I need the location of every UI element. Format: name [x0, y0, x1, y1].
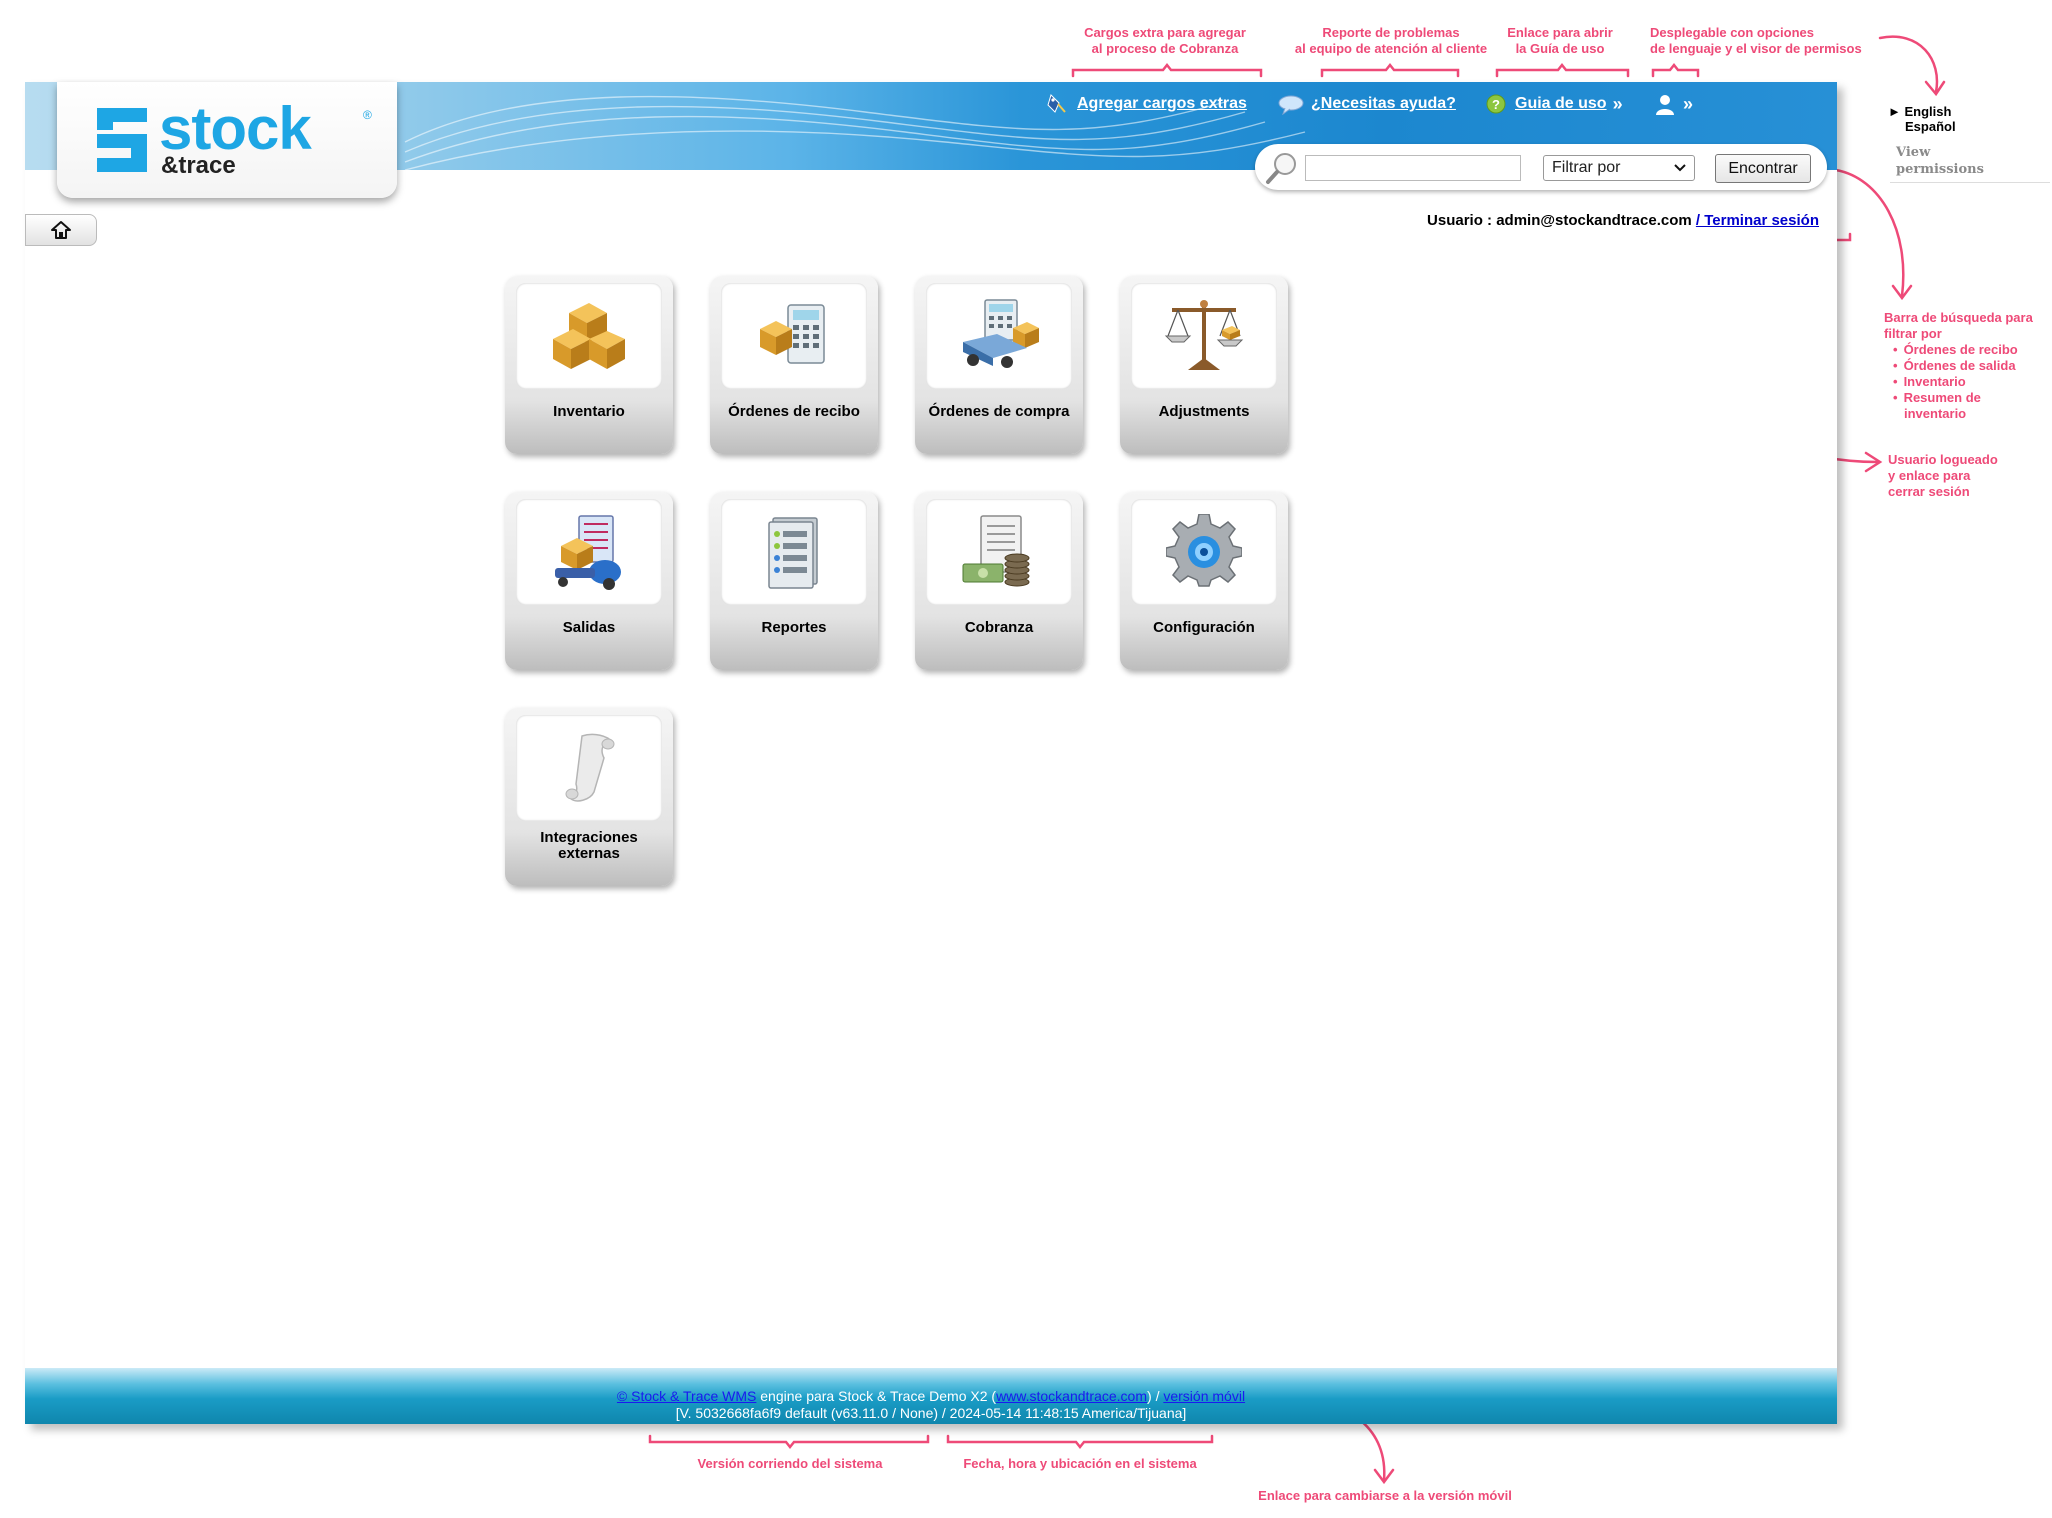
module-tile-cobranza[interactable]: Cobranza [915, 492, 1083, 670]
module-icon-frame [721, 499, 867, 605]
footer-credits: © Stock & Trace WMS engine para Stock & … [25, 1388, 1837, 1404]
user-icon [1656, 95, 1674, 115]
module-tile-ordenes-compra[interactable]: Órdenes de compra [915, 276, 1083, 454]
module-tile-adjustments[interactable]: Adjustments [1120, 276, 1288, 454]
home-icon [51, 221, 71, 239]
module-label: Órdenes de recibo [728, 403, 860, 420]
add-charges-link[interactable]: Agregar cargos extras [1077, 95, 1247, 113]
search-input[interactable] [1305, 155, 1521, 181]
module-tile-integraciones[interactable]: Integraciones externas [505, 708, 673, 886]
annotation-busqueda-item: Inventario [1904, 374, 2052, 390]
footer-separator: ) / [1147, 1388, 1164, 1404]
website-link[interactable]: www.stockandtrace.com [996, 1388, 1147, 1404]
chevron-down-icon [1674, 164, 1686, 172]
module-label: Integraciones externas [540, 829, 638, 862]
annotation-busqueda-item: Órdenes de recibo [1904, 342, 2052, 358]
module-label: Reportes [761, 619, 827, 636]
logout-link[interactable]: / Terminar sesión [1696, 212, 1819, 229]
help-link[interactable]: ¿Necesitas ayuda? [1311, 95, 1456, 113]
annotation-busqueda-list: Órdenes de recibo Órdenes de salida Inve… [1884, 342, 2052, 422]
module-tile-salidas[interactable]: Salidas [505, 492, 673, 670]
module-icon-frame [721, 283, 867, 389]
logo-subtitle: &trace [161, 152, 236, 179]
search-button[interactable]: Encontrar [1715, 154, 1811, 183]
module-label: Órdenes de compra [928, 403, 1070, 420]
module-label: Inventario [553, 403, 625, 420]
module-icon-frame [1131, 499, 1277, 605]
footer-engine-text: engine para Stock & Trace Demo X2 ( [756, 1388, 997, 1404]
module-icon-frame [516, 715, 662, 821]
logo[interactable]: stock ® &trace [57, 82, 397, 198]
annotation-busqueda-item: Órdenes de salida [1904, 358, 2052, 374]
language-english-row[interactable]: ► English [1888, 104, 1951, 119]
selected-arrow-icon: ► [1888, 104, 1901, 119]
annotation-busqueda: Barra de búsqueda para filtrar por Órden… [1884, 310, 2052, 422]
module-label: Configuración [1153, 619, 1255, 636]
footer-version-info: [V. 5032668fa6f9 default (v63.11.0 / Non… [675, 1405, 1187, 1421]
svg-text:?: ? [1492, 97, 1500, 112]
language-english[interactable]: English [1905, 104, 1952, 119]
user-guide-link[interactable]: Guia de uso [1515, 95, 1607, 113]
receipt-order-icon [760, 304, 825, 364]
module-tile-configuracion[interactable]: Configuración [1120, 492, 1288, 670]
copyright-link[interactable]: © Stock & Trace WMS [617, 1388, 756, 1404]
billing-money-icon [962, 515, 1030, 587]
annotation-busqueda-title: Barra de búsqueda para filtrar por [1884, 310, 2033, 341]
gear-icon [1166, 514, 1242, 587]
module-icon-frame [926, 499, 1072, 605]
module-label: Cobranza [964, 619, 1034, 636]
boxes-icon [553, 303, 625, 369]
menu-divider [1890, 182, 2050, 183]
help-question-icon: ? [1486, 94, 1506, 114]
user-info: Usuario : admin@stockandtrace.com / Term… [1427, 212, 1819, 229]
module-tile-reportes[interactable]: Reportes [710, 492, 878, 670]
purchase-order-truck-icon [963, 299, 1039, 368]
mobile-version-link[interactable]: versión móvil [1163, 1388, 1245, 1404]
scroll-icon [565, 733, 615, 802]
user-menu-toggle[interactable]: » [1653, 92, 1693, 116]
module-tile-inventario[interactable]: Inventario [505, 276, 673, 454]
annotation-movil: Enlace para cambiarse a la versión móvil [1258, 1488, 1512, 1503]
language-espanol[interactable]: Español [1905, 119, 1956, 134]
footer: © Stock & Trace WMS engine para Stock & … [25, 1368, 1837, 1424]
search-bar: Filtrar por Encontrar [1255, 144, 1827, 190]
app-window: Agregar cargos extras ¿Necesitas ayuda? … [25, 82, 1837, 1424]
help-link-group[interactable]: ¿Necesitas ayuda? [1277, 92, 1456, 116]
view-permissions-link[interactable]: View permissions [1896, 144, 1984, 178]
logo-registered: ® [363, 108, 372, 122]
filter-select-label: Filtrar por [1552, 159, 1621, 176]
tag-pen-icon [1047, 94, 1066, 113]
user-email: Usuario : admin@stockandtrace.com [1427, 212, 1696, 229]
add-charges-link-group[interactable]: Agregar cargos extras [1045, 92, 1247, 116]
annotation-guia: Enlace para abrir la Guía de uso [1507, 25, 1613, 56]
shipment-icon [555, 515, 621, 590]
annotation-fecha: Fecha, hora y ubicación en el sistema [963, 1456, 1197, 1471]
module-icon-frame [516, 283, 662, 389]
module-icon-frame [926, 283, 1072, 389]
module-label: Adjustments [1158, 403, 1250, 420]
module-icon-frame [516, 499, 662, 605]
module-label: Salidas [562, 619, 616, 636]
annotation-desplegable: Desplegable con opciones de lenguaje y e… [1650, 25, 1862, 56]
reports-icon [768, 517, 818, 589]
scale-icon [1164, 300, 1244, 370]
magnifier-icon [1266, 153, 1296, 184]
annotation-version: Versión corriendo del sistema [697, 1456, 883, 1471]
annotation-busqueda-item: Resumen de inventario [1904, 390, 2052, 422]
user-menu-expand-icon[interactable]: » [1683, 94, 1693, 115]
annotation-reporte: Reporte de problemas al equipo de atenci… [1294, 25, 1488, 56]
module-tile-ordenes-recibo[interactable]: Órdenes de recibo [710, 276, 878, 454]
user-guide-expand-icon[interactable]: » [1613, 94, 1623, 115]
module-icon-frame [1131, 283, 1277, 389]
speech-bubble-icon [1278, 95, 1304, 115]
filter-select[interactable]: Filtrar por [1543, 155, 1695, 181]
home-button[interactable] [25, 214, 97, 246]
annotation-usuario: Usuario logueado y enlace para cerrar se… [1888, 452, 1998, 499]
annotation-cargos: Cargos extra para agregar al proceso de … [1084, 25, 1246, 56]
user-guide-link-group[interactable]: ? Guia de uso » [1485, 92, 1623, 116]
logo-mark-icon [97, 108, 147, 172]
